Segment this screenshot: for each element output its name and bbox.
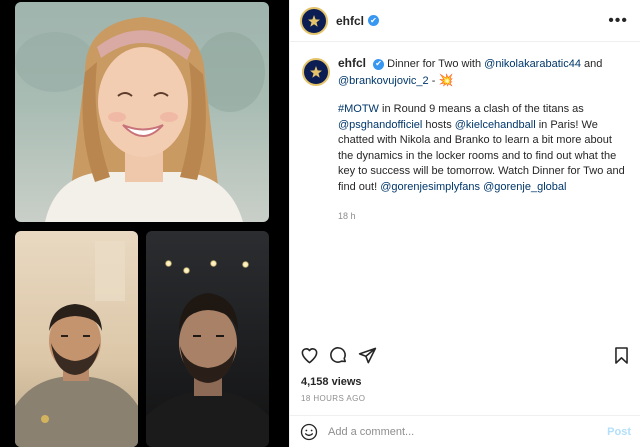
star-logo-icon (308, 14, 320, 27)
woman-illustration (15, 17, 265, 222)
caption-line1: Dinner for Two with (387, 58, 485, 70)
hashtag-link[interactable]: #MOTW (338, 103, 379, 115)
header-username[interactable]: ehfcl (336, 14, 364, 28)
caption-text-run: hosts (422, 118, 455, 131)
instagram-post: ehfcl ✔ ••• ehfcl ✔ Dinner for Two with … (0, 0, 640, 447)
emoji-icon[interactable] (300, 423, 318, 441)
video-call-tile-woman (15, 2, 269, 222)
player-left-illustration (15, 241, 138, 447)
caption-block: ehfcl ✔ Dinner for Two with @nikolakarab… (290, 42, 640, 225)
collision-emoji-icon: 💥 (438, 72, 454, 87)
more-options-icon[interactable]: ••• (608, 12, 630, 30)
caption-timestamp: 18 h (338, 211, 356, 221)
verified-badge-icon: ✔ (373, 58, 385, 70)
star-logo-icon (310, 66, 322, 78)
action-bar (290, 342, 640, 368)
comment-icon[interactable] (329, 346, 348, 365)
view-count[interactable]: 4,158 views (301, 376, 362, 388)
mention-link[interactable]: @gorenjesimplyfans (380, 181, 480, 193)
post-header: ehfcl ✔ ••• (290, 0, 640, 42)
comment-bar: Post (290, 415, 640, 447)
caption-and: and (580, 58, 603, 70)
mention-link[interactable]: @nikolakarabatic44 (484, 58, 581, 70)
bookmark-icon[interactable] (612, 346, 631, 365)
avatar[interactable] (300, 6, 328, 35)
video-call-tile-player-left (15, 231, 138, 447)
mention-link[interactable]: @psghandofficiel (338, 119, 422, 131)
post-comment-button[interactable]: Post (607, 426, 631, 438)
caption-text: ehfcl ✔ Dinner for Two with @nikolakarab… (338, 56, 630, 225)
verified-badge-icon: ✔ (368, 15, 380, 26)
avatar[interactable] (302, 58, 330, 86)
caption-username[interactable]: ehfcl (338, 56, 366, 70)
post-details-panel: ehfcl ✔ ••• ehfcl ✔ Dinner for Two with … (289, 0, 640, 447)
caption-paragraph: #MOTW in Round 9 means a clash of the ti… (338, 102, 630, 195)
mention-link[interactable]: @kielcehandball (455, 119, 536, 131)
video-call-tile-player-right (146, 231, 269, 447)
mention-link[interactable]: @brankovujovic_2 (338, 75, 429, 87)
player-right-illustration (146, 293, 269, 447)
post-media-video[interactable] (0, 0, 289, 447)
caption-text-run: in Round 9 means a clash of the titans a… (378, 103, 584, 115)
mention-link[interactable]: @gorenje_global (483, 181, 566, 193)
heart-icon[interactable] (300, 346, 319, 365)
share-icon[interactable] (358, 346, 377, 365)
caption-dash: - (428, 74, 439, 87)
post-age: 18 HOURS AGO (301, 394, 366, 403)
comment-input[interactable] (328, 425, 608, 438)
